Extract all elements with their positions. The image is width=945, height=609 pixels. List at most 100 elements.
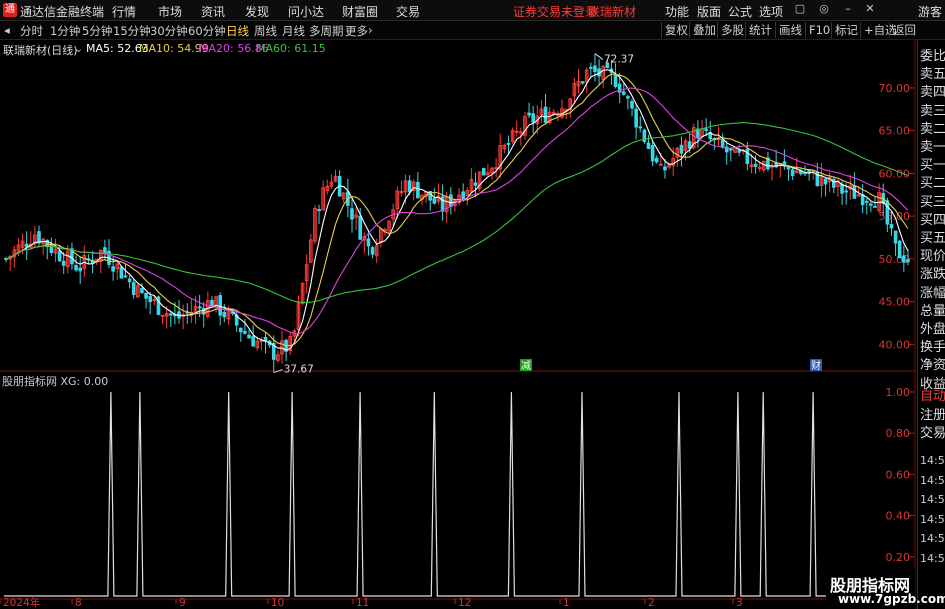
candle-body	[506, 142, 511, 145]
candle-body	[440, 196, 445, 212]
candle-body	[449, 194, 453, 207]
lower-label: 交易	[920, 426, 945, 441]
candle-body	[350, 208, 354, 220]
quote-label: 委比	[920, 49, 945, 64]
candle-body	[247, 334, 251, 339]
candle-body	[580, 81, 585, 84]
lower-label: 注册	[920, 407, 945, 423]
time-label: 14:56	[920, 512, 945, 526]
candle-body	[663, 166, 667, 171]
month-label: 3	[736, 597, 743, 609]
candle-body	[119, 266, 124, 279]
ma10-line	[5, 73, 909, 347]
ma20-line	[5, 87, 909, 335]
candle-body	[704, 128, 708, 131]
candle-body	[131, 282, 136, 296]
quote-label: 卖四	[920, 85, 945, 101]
candle-body	[745, 148, 750, 165]
candle-body	[902, 255, 906, 263]
month-label: 11	[356, 597, 369, 609]
quote-label: 买二	[920, 176, 945, 192]
candle-body	[757, 166, 762, 169]
candle-body	[263, 336, 268, 342]
candle-body	[160, 314, 165, 317]
candle-body	[889, 224, 894, 229]
quote-label: 现价	[920, 249, 945, 265]
candle-body	[432, 198, 437, 204]
price-tick-label: 40.00	[879, 338, 911, 351]
candle-body	[543, 106, 548, 123]
month-label: 9	[179, 597, 186, 609]
candle-body	[111, 266, 115, 272]
candle-body	[679, 144, 684, 154]
ma5-line	[5, 69, 909, 351]
candle-body	[893, 230, 898, 244]
quote-label: 买三	[920, 194, 945, 210]
quote-label: 买四	[920, 212, 945, 228]
ind-tick-label: 0.80	[886, 427, 911, 440]
quote-label: 涨幅	[920, 285, 945, 301]
candle-body	[856, 194, 861, 197]
price-tick-label: 65.00	[879, 125, 911, 138]
candle-body	[646, 142, 651, 150]
candle-body	[24, 243, 29, 248]
quote-label: 净资	[920, 358, 945, 374]
ind-tick-label: 0.20	[886, 551, 911, 564]
candle-body	[407, 180, 412, 193]
candle-body	[589, 66, 593, 69]
candle-body	[626, 96, 630, 99]
candle-body	[61, 260, 66, 266]
candle-body	[168, 313, 173, 316]
candle-body	[873, 205, 877, 208]
candle-body	[473, 182, 478, 186]
xg-signal-line	[4, 391, 910, 597]
candle-body	[630, 100, 634, 109]
candle-body	[786, 166, 791, 170]
quote-panel: KR委比卖五卖四卖三卖二卖一买一买二买三买四买五现价涨跌涨幅总量外盘换手净资收益…	[917, 40, 945, 609]
candle-body	[729, 148, 733, 151]
ind-tick-label: 0.40	[886, 510, 911, 523]
ind-tick-label: 0.60	[886, 468, 911, 481]
candle-body	[481, 167, 486, 176]
ind-tick-label: 1.00	[886, 386, 911, 399]
candle-body	[461, 191, 465, 200]
candle-body	[840, 183, 844, 194]
candle-body	[650, 144, 655, 162]
month-label: 2	[648, 597, 655, 609]
candle-body	[358, 215, 363, 240]
high-price-label: 72.37	[604, 54, 634, 66]
price-tick-label: 70.00	[879, 82, 911, 95]
candle-body	[49, 243, 54, 253]
time-label: 14:56	[920, 454, 945, 467]
kline-chart[interactable]: 40.0045.0050.0055.0060.0065.0070.000.200…	[0, 0, 945, 609]
candle-body	[144, 292, 148, 299]
quote-label: 卖五	[920, 67, 945, 83]
time-label: 14:56	[920, 532, 945, 545]
candle-body	[593, 65, 597, 72]
candle-body	[687, 141, 692, 149]
candle-body	[222, 311, 227, 318]
candle-body	[807, 170, 811, 173]
month-label: 12	[458, 597, 471, 609]
candle-body	[720, 139, 725, 147]
candle-body	[654, 157, 659, 163]
candle-body	[527, 112, 531, 116]
candle-body	[57, 250, 62, 262]
watermark-url: www.7gpzb.com	[838, 592, 945, 606]
time-label: 14:56	[920, 473, 945, 487]
quote-label: 涨跌	[920, 267, 945, 283]
candle-body	[613, 73, 618, 88]
candle-body	[243, 330, 247, 334]
candle-body	[37, 231, 41, 244]
candle-body	[416, 181, 420, 199]
candle-body	[238, 327, 243, 333]
candle-body	[74, 265, 78, 271]
quote-label: 买一	[920, 158, 945, 174]
price-tick-label: 45.00	[879, 296, 911, 309]
candle-body	[737, 150, 741, 153]
month-label: 1	[563, 597, 570, 609]
candle-body	[103, 247, 107, 254]
candle-body	[123, 275, 128, 278]
month-label: 8	[75, 597, 82, 609]
month-label: 2024年	[3, 596, 40, 609]
